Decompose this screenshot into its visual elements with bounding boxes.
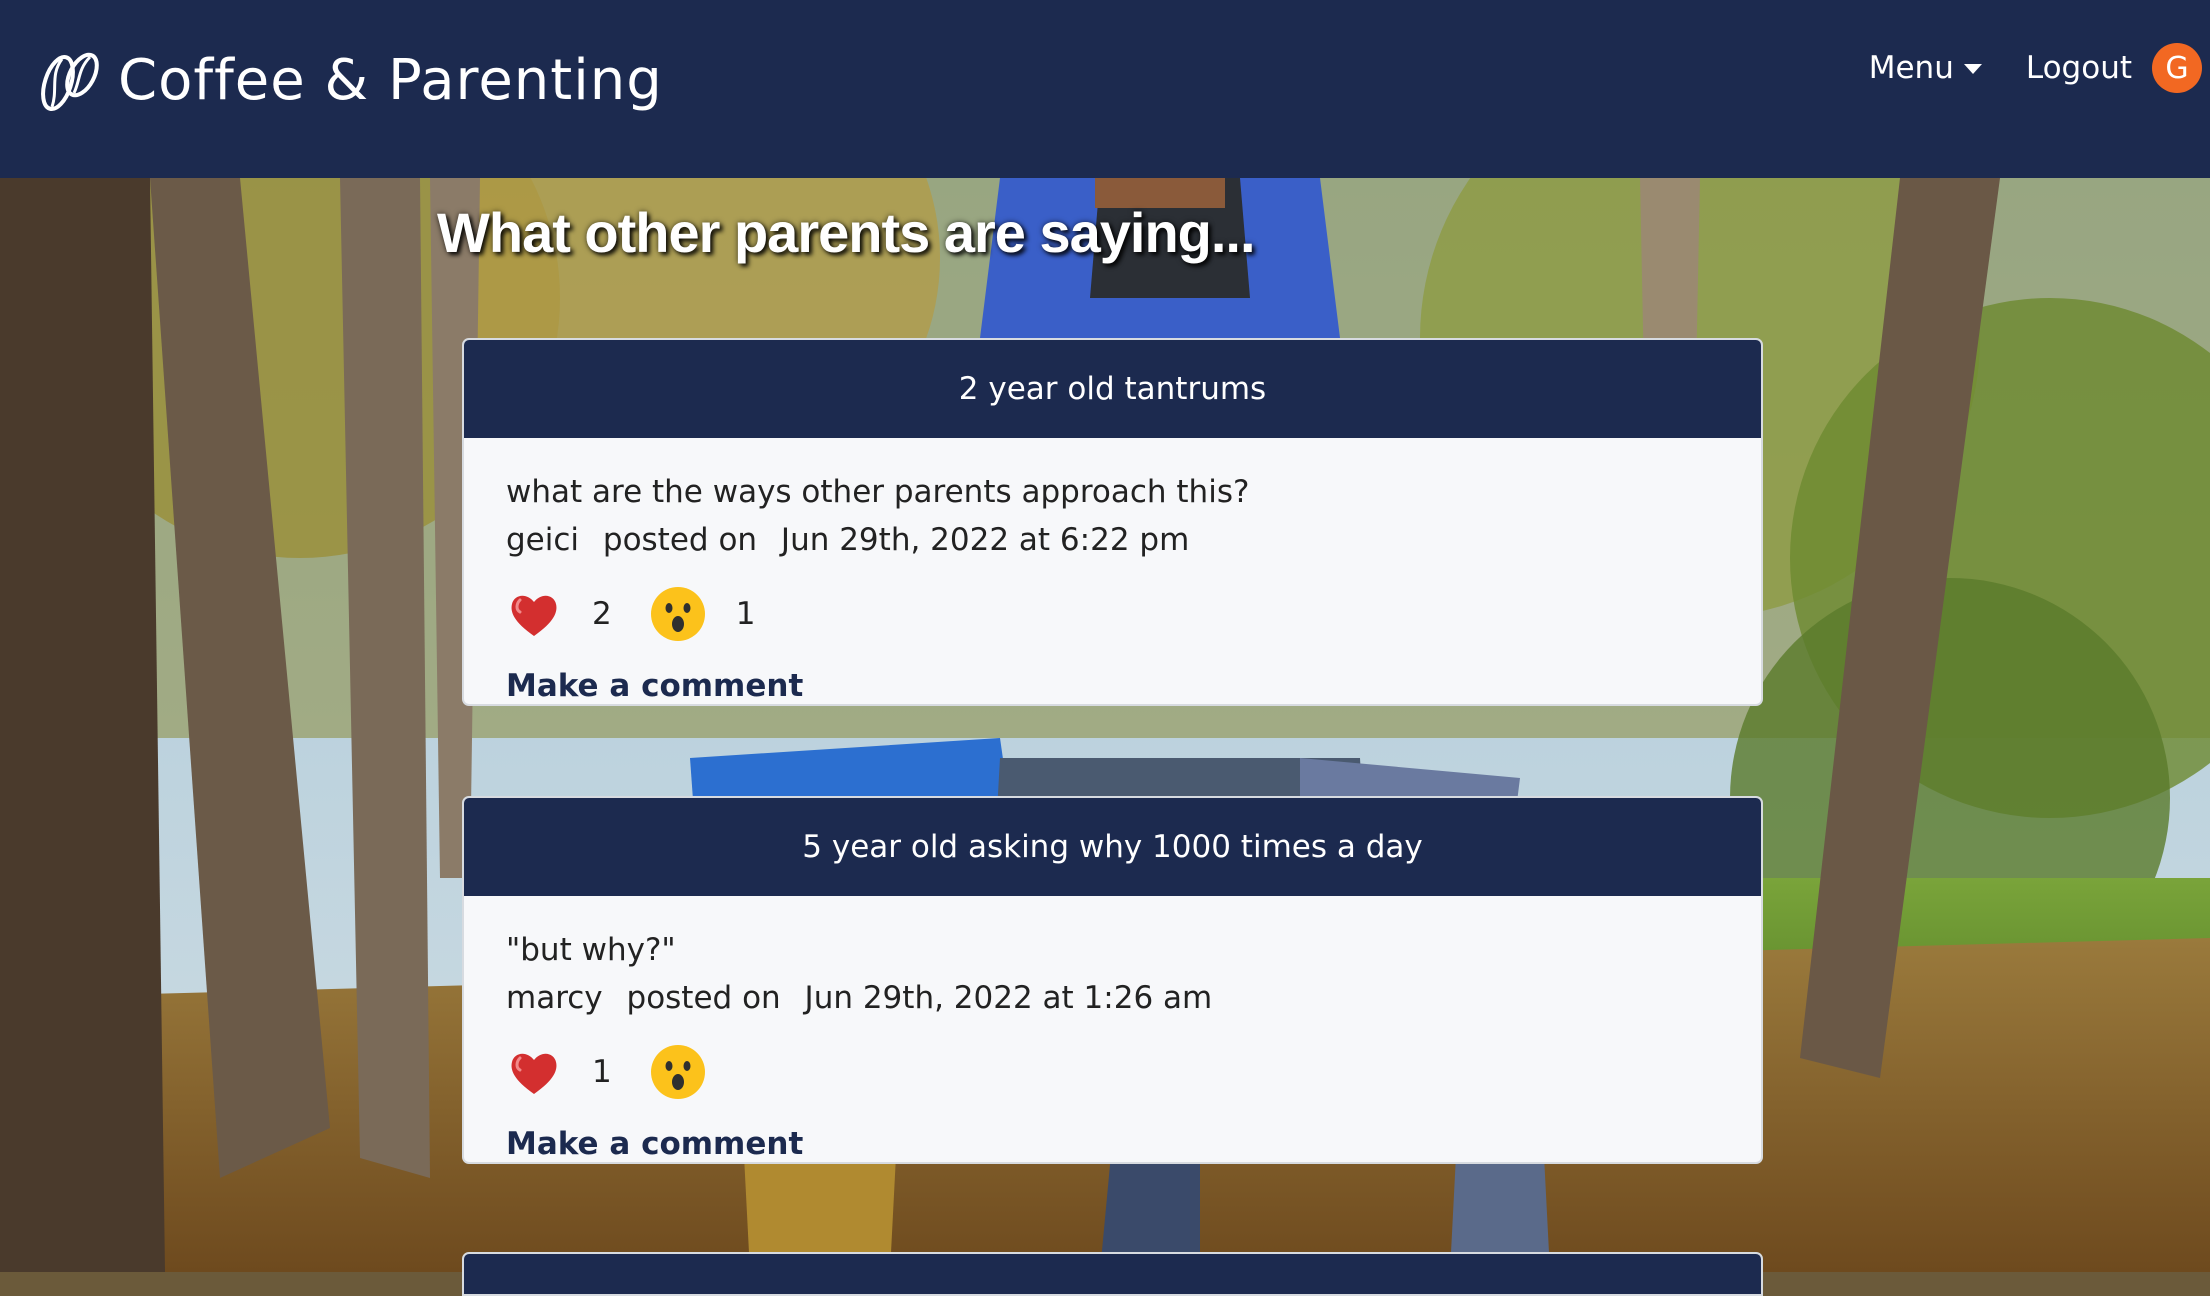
- brand-link[interactable]: Coffee & Parenting: [34, 40, 663, 120]
- menu-label: Menu: [1868, 50, 1954, 86]
- posted-on-label: posted on: [626, 980, 781, 1016]
- post-body: what are the ways other parents approach…: [464, 438, 1761, 704]
- top-navbar: Coffee & Parenting Menu Logout G: [0, 0, 2210, 178]
- post-meta: geici posted on Jun 29th, 2022 at 6:22 p…: [506, 516, 1719, 564]
- heart-count: 2: [592, 596, 612, 632]
- heart-icon[interactable]: [506, 586, 562, 642]
- post-meta: marcy posted on Jun 29th, 2022 at 1:26 a…: [506, 974, 1719, 1022]
- menu-dropdown[interactable]: Menu: [1869, 50, 1982, 86]
- post-card: 2 year old tantrums what are the ways ot…: [462, 338, 1763, 706]
- caret-down-icon: [1963, 64, 1982, 74]
- make-comment-link[interactable]: Make a comment: [506, 1126, 1719, 1162]
- post-author: marcy: [506, 980, 603, 1016]
- post-author: geici: [506, 522, 580, 558]
- brand-name: Coffee & Parenting: [118, 47, 663, 113]
- reactions-bar: 2 1: [506, 586, 1719, 642]
- user-avatar[interactable]: G: [2152, 43, 2202, 93]
- post-date: Jun 29th, 2022 at 6:22 pm: [780, 522, 1190, 558]
- avatar-initial: G: [2165, 50, 2189, 86]
- surprised-count: 1: [735, 596, 756, 632]
- page-heading: What other parents are saying...: [437, 201, 1256, 264]
- post-card-partial: [462, 1252, 1763, 1296]
- post-title[interactable]: 5 year old asking why 1000 times a day: [464, 798, 1761, 896]
- navbar-actions: Menu Logout G: [1869, 38, 2210, 98]
- post-body: "but why?" marcy posted on Jun 29th, 202…: [464, 896, 1761, 1162]
- post-text: what are the ways other parents approach…: [506, 474, 1250, 510]
- coffee-bean-logo-icon: [41, 52, 99, 111]
- heart-icon[interactable]: [506, 1044, 562, 1100]
- post-title[interactable]: 2 year old tantrums: [464, 340, 1761, 438]
- post-card: 5 year old asking why 1000 times a day "…: [462, 796, 1763, 1164]
- posted-on-label: posted on: [602, 522, 758, 558]
- logout-link[interactable]: Logout: [2026, 50, 2132, 86]
- reactions-bar: 1: [506, 1044, 1719, 1100]
- surprised-face-icon[interactable]: [650, 586, 706, 642]
- post-date: Jun 29th, 2022 at 1:26 am: [804, 980, 1213, 1016]
- post-text: "but why?": [506, 932, 676, 968]
- surprised-face-icon[interactable]: [650, 1044, 706, 1100]
- make-comment-link[interactable]: Make a comment: [506, 668, 1719, 704]
- heart-count: 1: [592, 1054, 612, 1090]
